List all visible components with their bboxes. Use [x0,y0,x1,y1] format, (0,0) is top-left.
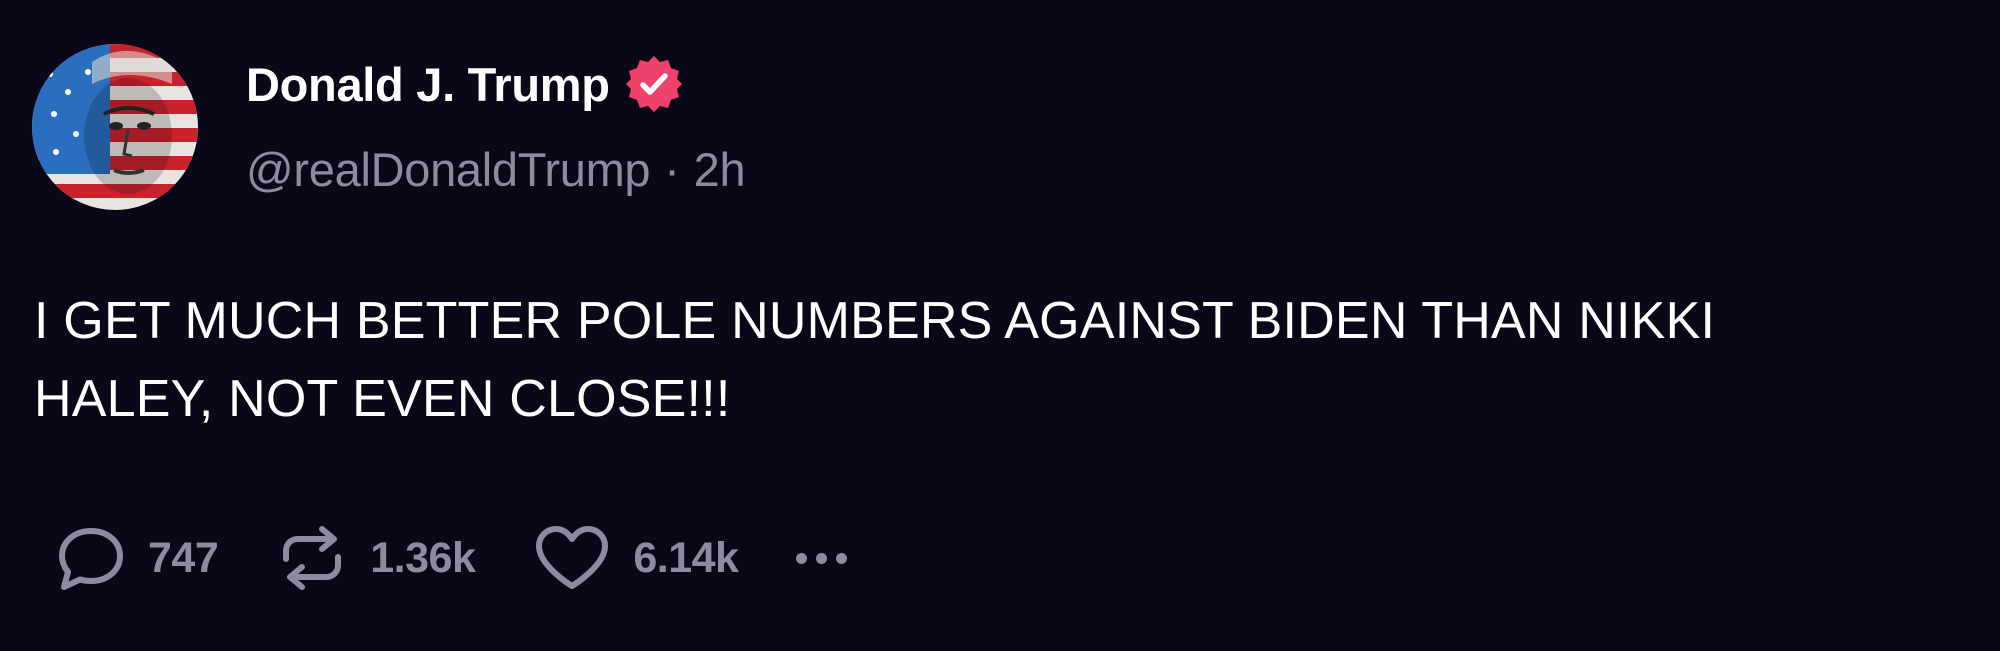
author-handle-row: @realDonaldTrump · 2h [246,142,746,197]
more-options-button[interactable] [796,552,848,564]
repost-count: 1.36k [370,533,476,582]
reply-button[interactable]: 747 [56,525,219,591]
repost-icon [276,523,348,593]
repost-button[interactable]: 1.36k [276,523,476,593]
like-button[interactable]: 6.14k [533,524,739,592]
post-text: I GET MUCH BETTER POLE NUMBERS AGAINST B… [34,292,1716,428]
like-count: 6.14k [633,533,739,582]
author-display-name[interactable]: Donald J. Trump [246,57,610,112]
more-icon [796,552,848,564]
action-bar: 747 1.36k 6.14k [56,523,848,593]
meta-separator: · [664,143,680,196]
verified-badge-icon [624,54,684,114]
author-name-row: Donald J. Trump [246,52,684,116]
avatar[interactable] [32,44,198,210]
heart-icon [533,524,611,592]
reply-count: 747 [148,533,219,582]
post-timestamp[interactable]: 2h [694,143,746,196]
reply-icon [56,525,126,591]
post-card: Donald J. Trump @realDonaldTrump · 2h I GE… [0,0,2000,651]
author-handle[interactable]: @realDonaldTrump [246,143,651,196]
avatar-flag-portrait-icon [32,44,198,210]
